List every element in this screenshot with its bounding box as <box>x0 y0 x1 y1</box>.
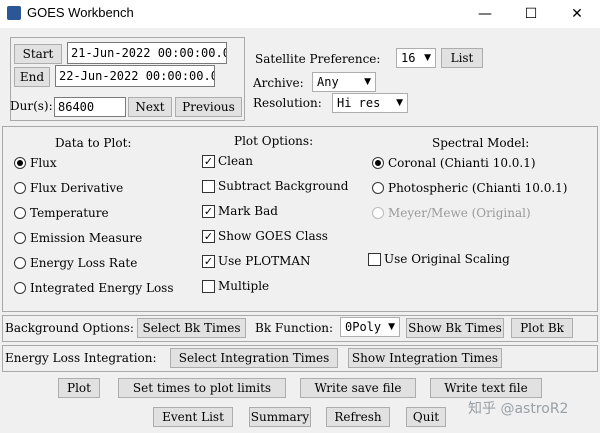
radio-emission-measure[interactable] <box>14 232 26 244</box>
spectral-model-header: Spectral Model: <box>432 136 530 150</box>
radio-flux-derivative-label[interactable]: Flux Derivative <box>30 181 123 195</box>
radio-coronal[interactable] <box>372 157 384 169</box>
app-icon <box>7 6 21 20</box>
radio-photospheric[interactable] <box>372 182 384 194</box>
close-button[interactable]: ✕ <box>554 0 600 28</box>
bk-function-select[interactable]: 0Poly ▼ <box>340 317 400 337</box>
satellite-label: Satellite Preference: <box>255 52 381 66</box>
radio-energy-loss-rate[interactable] <box>14 257 26 269</box>
checkbox-multiple-label[interactable]: Multiple <box>218 279 269 293</box>
chevron-down-icon: ▼ <box>388 322 395 332</box>
energy-loss-label: Energy Loss Integration: <box>5 351 157 365</box>
show-bk-times-button[interactable]: Show Bk Times <box>406 318 504 338</box>
checkbox-mark-bad[interactable]: ✓ <box>202 205 215 218</box>
title-bar: GOES Workbench — ☐ ✕ <box>0 0 600 28</box>
chevron-down-icon: ▼ <box>424 53 431 63</box>
write-save-file-button[interactable]: Write save file <box>300 378 416 398</box>
radio-flux-label[interactable]: Flux <box>30 156 57 170</box>
checkbox-clean-label[interactable]: Clean <box>218 154 253 168</box>
list-button[interactable]: List <box>441 48 483 68</box>
duration-label: Dur(s): <box>10 99 53 113</box>
radio-integrated-energy-loss[interactable] <box>14 282 26 294</box>
checkbox-use-plotman[interactable]: ✓ <box>202 255 215 268</box>
select-bk-times-button[interactable]: Select Bk Times <box>137 318 246 338</box>
duration-field[interactable]: 86400 <box>54 97 126 117</box>
bk-function-value: 0Poly <box>345 320 382 334</box>
select-integration-times-button[interactable]: Select Integration Times <box>170 348 338 368</box>
data-to-plot-header: Data to Plot: <box>55 136 132 150</box>
quit-button[interactable]: Quit <box>406 407 446 427</box>
archive-select[interactable]: Any ▼ <box>312 72 376 92</box>
radio-emission-measure-label[interactable]: Emission Measure <box>30 231 142 245</box>
archive-value: Any <box>317 75 339 89</box>
radio-temperature-label[interactable]: Temperature <box>30 206 109 220</box>
previous-button[interactable]: Previous <box>175 97 242 117</box>
event-list-button[interactable]: Event List <box>153 407 233 427</box>
background-options-label: Background Options: <box>5 321 134 335</box>
write-text-file-button[interactable]: Write text file <box>430 378 542 398</box>
radio-integrated-energy-loss-label[interactable]: Integrated Energy Loss <box>30 281 174 295</box>
end-button[interactable]: End <box>14 67 50 87</box>
checkbox-clean[interactable]: ✓ <box>202 155 215 168</box>
radio-energy-loss-rate-label[interactable]: Energy Loss Rate <box>30 256 137 270</box>
chevron-down-icon: ▼ <box>396 98 403 108</box>
checkbox-subtract-background[interactable] <box>202 180 215 193</box>
set-times-button[interactable]: Set times to plot limits <box>118 378 286 398</box>
resolution-label: Resolution: <box>253 96 322 110</box>
show-integration-times-button[interactable]: Show Integration Times <box>348 348 502 368</box>
resolution-select[interactable]: Hi res ▼ <box>332 93 408 113</box>
checkbox-mark-bad-label[interactable]: Mark Bad <box>218 204 278 218</box>
start-button[interactable]: Start <box>14 44 62 64</box>
checkbox-subtract-background-label[interactable]: Subtract Background <box>218 179 348 193</box>
checkbox-original-scaling[interactable] <box>368 253 381 266</box>
radio-temperature[interactable] <box>14 207 26 219</box>
checkbox-multiple[interactable] <box>202 280 215 293</box>
radio-meyer-mewe <box>372 207 384 219</box>
watermark: 知乎 @astroR2 <box>468 401 569 417</box>
refresh-button[interactable]: Refresh <box>326 407 390 427</box>
radio-flux-derivative[interactable] <box>14 182 26 194</box>
chevron-down-icon: ▼ <box>364 77 371 87</box>
checkbox-use-plotman-label[interactable]: Use PLOTMAN <box>218 254 311 268</box>
plot-button[interactable]: Plot <box>58 378 100 398</box>
end-time-field[interactable]: 22-Jun-2022 00:00:00.000 <box>55 65 215 87</box>
next-button[interactable]: Next <box>128 97 172 117</box>
minimize-button[interactable]: — <box>462 0 508 28</box>
window-title: GOES Workbench <box>27 5 134 20</box>
checkbox-original-scaling-label[interactable]: Use Original Scaling <box>384 252 510 266</box>
radio-flux[interactable] <box>14 157 26 169</box>
radio-meyer-mewe-label: Meyer/Mewe (Original) <box>388 206 531 220</box>
resolution-value: Hi res <box>337 96 381 110</box>
archive-label: Archive: <box>253 76 304 90</box>
plot-options-header: Plot Options: <box>234 134 314 148</box>
checkbox-show-goes-class-label[interactable]: Show GOES Class <box>218 229 328 243</box>
bk-function-label: Bk Function: <box>255 321 334 335</box>
start-time-field[interactable]: 21-Jun-2022 00:00:00.000 <box>67 42 227 64</box>
radio-photospheric-label[interactable]: Photospheric (Chianti 10.0.1) <box>388 181 568 195</box>
satellite-select[interactable]: 16 ▼ <box>396 48 436 68</box>
maximize-button[interactable]: ☐ <box>508 0 554 28</box>
satellite-value: 16 <box>401 51 416 65</box>
checkbox-show-goes-class[interactable]: ✓ <box>202 230 215 243</box>
plot-bk-button[interactable]: Plot Bk <box>511 318 573 338</box>
summary-button[interactable]: Summary <box>249 407 311 427</box>
radio-coronal-label[interactable]: Coronal (Chianti 10.0.1) <box>388 156 536 170</box>
